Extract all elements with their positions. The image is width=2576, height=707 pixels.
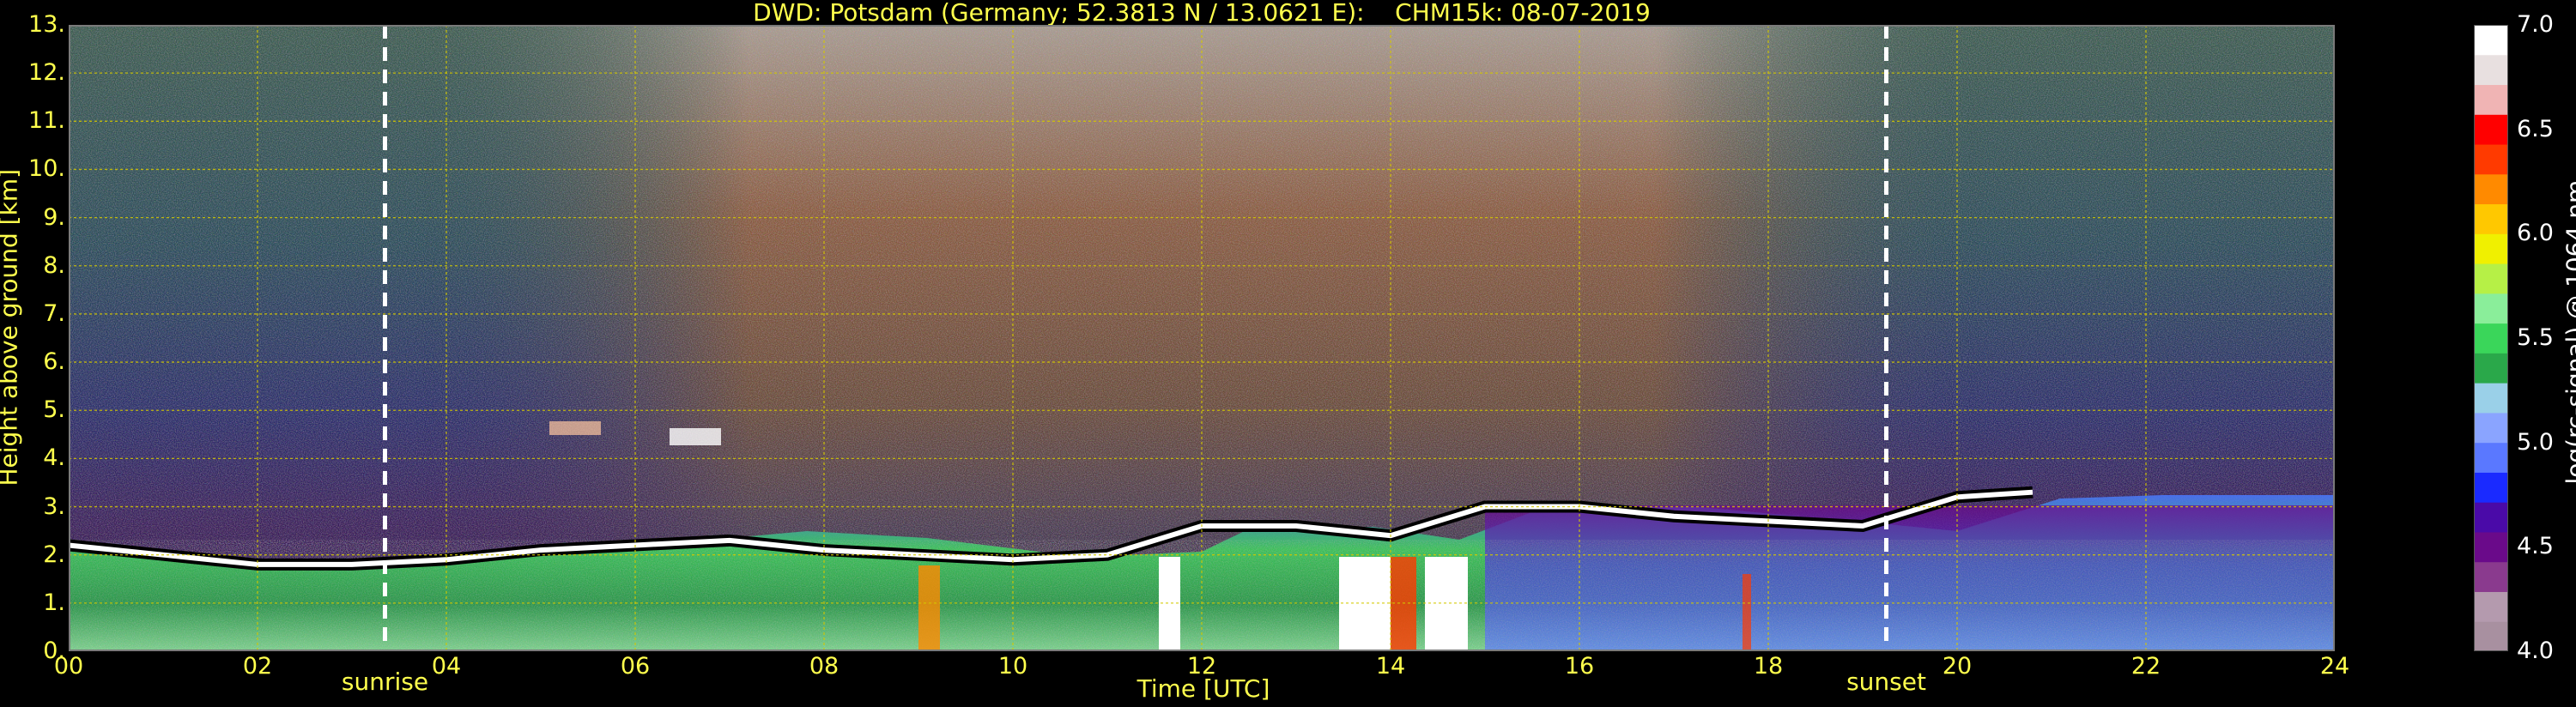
- y-axis-label: Height above ground [km]: [0, 168, 23, 486]
- sunrise-label: sunrise: [341, 668, 429, 696]
- colorbar-frame: [2474, 25, 2508, 651]
- x-tick-label: 16: [1564, 653, 1595, 680]
- y-tick-label: 2.: [43, 541, 65, 568]
- x-tick-label: 18: [1753, 653, 1784, 680]
- colorbar-tick-label: 4.5: [2517, 533, 2554, 560]
- sunset-label: sunset: [1846, 668, 1926, 696]
- colorbar-tick-label: 5.0: [2517, 428, 2554, 456]
- colorbar-tick-label: 6.0: [2517, 220, 2554, 247]
- x-tick-label: 10: [997, 653, 1028, 680]
- x-tick-label: 24: [2319, 653, 2350, 680]
- colorbar-tick-label: 6.5: [2517, 115, 2554, 142]
- x-axis-label: Time [UTC]: [1136, 674, 1270, 703]
- x-tick-label: 14: [1375, 653, 1406, 680]
- y-tick-label: 12.: [28, 59, 65, 87]
- x-tick-label: 06: [620, 653, 651, 680]
- y-tick-label: 11.: [28, 107, 65, 135]
- colorbar-tick-label: 7.0: [2517, 11, 2554, 38]
- y-tick-label: 1.: [43, 589, 65, 616]
- y-tick-label: 3.: [43, 492, 65, 520]
- y-tick-label: 13.: [28, 11, 65, 38]
- plot-frame: [69, 25, 2335, 651]
- x-tick-label: 08: [809, 653, 839, 680]
- x-tick-label: 00: [53, 653, 84, 680]
- colorbar-tick-label: 4.0: [2517, 638, 2554, 664]
- x-tick-label: 02: [242, 653, 273, 680]
- chart-title: DWD: Potsdam (Germany; 52.3813 N / 13.06…: [753, 0, 1651, 27]
- x-tick-label: 22: [2131, 653, 2161, 680]
- colorbar-tick-label: 5.5: [2517, 324, 2554, 351]
- colorbar-label: log(rc-signal) @ 1064 nm: [2561, 179, 2576, 485]
